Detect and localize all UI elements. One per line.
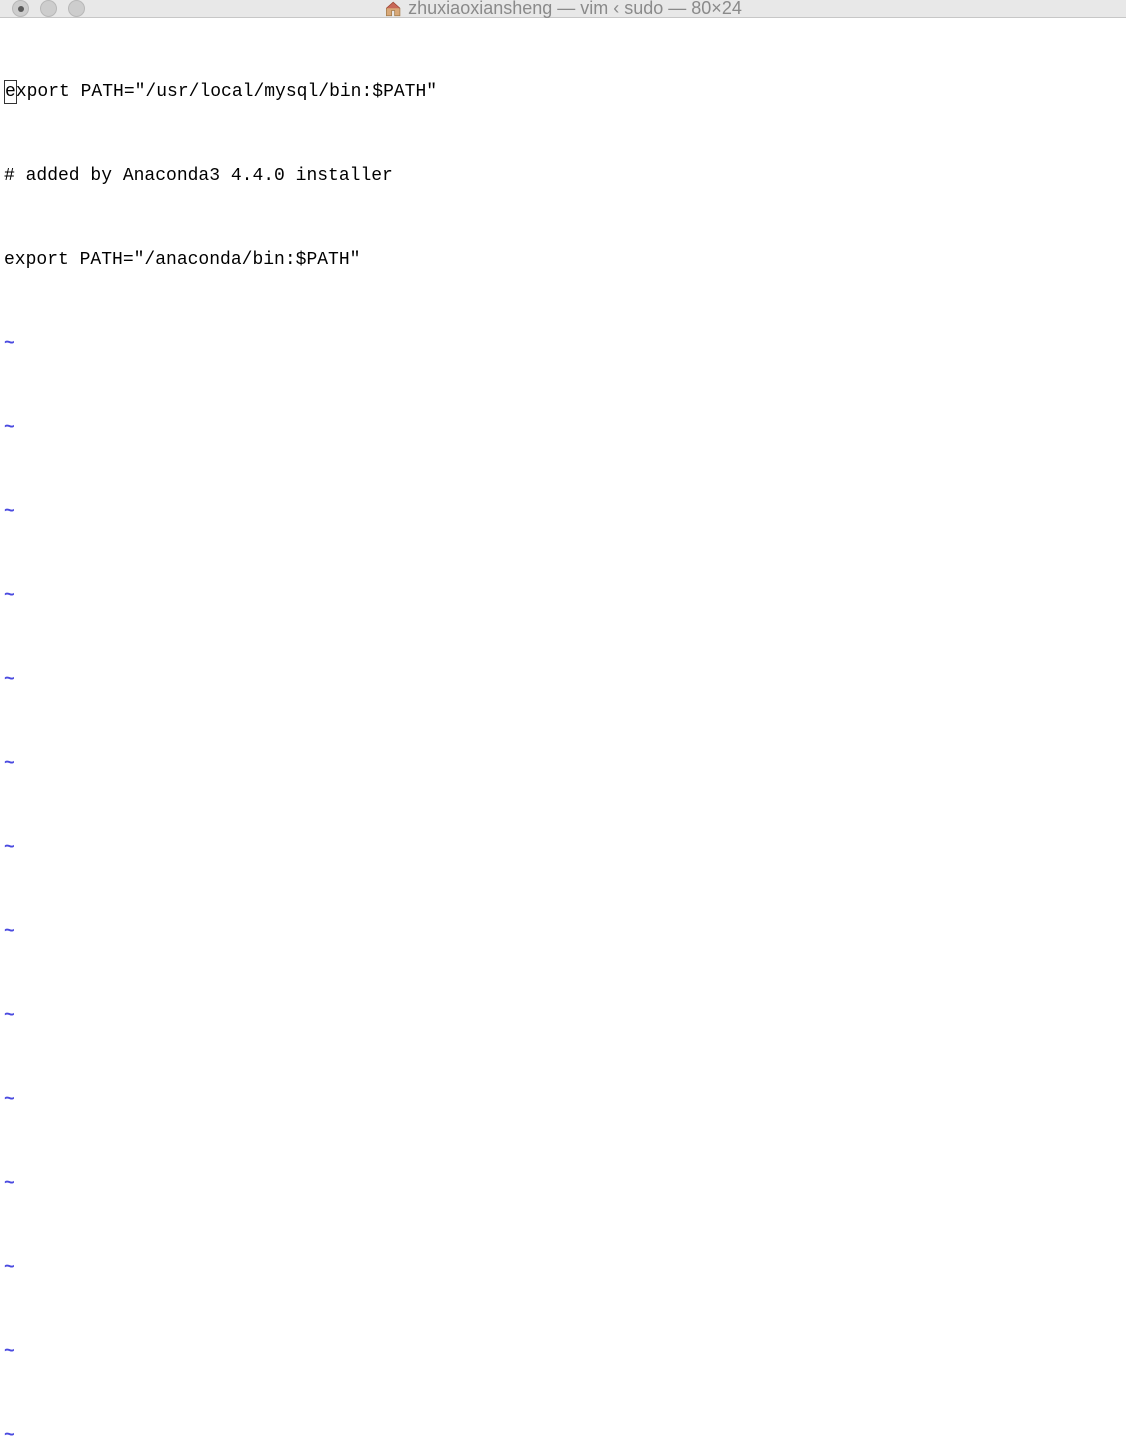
empty-line: ~ — [4, 1254, 1122, 1282]
empty-line: ~ — [4, 1170, 1122, 1198]
window-title-wrap: zhuxiaoxiansheng — vim ‹ sudo — 80×24 — [384, 0, 742, 19]
minimize-button[interactable] — [40, 0, 57, 17]
empty-line: ~ — [4, 918, 1122, 946]
tilde-marker: ~ — [4, 1422, 15, 1450]
window-title: zhuxiaoxiansheng — vim ‹ sudo — 80×24 — [408, 0, 742, 19]
editor-line: export PATH="/anaconda/bin:$PATH" — [4, 246, 1122, 274]
tilde-marker: ~ — [4, 666, 15, 694]
close-button[interactable] — [12, 0, 29, 17]
home-icon — [384, 0, 402, 18]
empty-line: ~ — [4, 834, 1122, 862]
maximize-button[interactable] — [68, 0, 85, 17]
tilde-marker: ~ — [4, 1254, 15, 1282]
line-text: # added by Anaconda3 4.4.0 installer — [4, 162, 393, 190]
empty-line: ~ — [4, 1002, 1122, 1030]
empty-line: ~ — [4, 498, 1122, 526]
editor-line: export PATH="/usr/local/mysql/bin:$PATH" — [4, 78, 1122, 106]
empty-line: ~ — [4, 750, 1122, 778]
tilde-marker: ~ — [4, 1002, 15, 1030]
tilde-marker: ~ — [4, 330, 15, 358]
line-text: xport PATH="/usr/local/mysql/bin:$PATH" — [16, 78, 437, 106]
tilde-marker: ~ — [4, 1086, 15, 1114]
tilde-marker: ~ — [4, 918, 15, 946]
terminal-area[interactable]: export PATH="/usr/local/mysql/bin:$PATH"… — [0, 18, 1126, 1452]
tilde-marker: ~ — [4, 834, 15, 862]
tilde-marker: ~ — [4, 750, 15, 778]
tilde-marker: ~ — [4, 1338, 15, 1366]
empty-line: ~ — [4, 414, 1122, 442]
empty-line: ~ — [4, 1086, 1122, 1114]
traffic-lights — [12, 0, 85, 17]
empty-line: ~ — [4, 1338, 1122, 1366]
tilde-marker: ~ — [4, 1170, 15, 1198]
empty-line: ~ — [4, 582, 1122, 610]
tilde-marker: ~ — [4, 582, 15, 610]
empty-line: ~ — [4, 1422, 1122, 1450]
window-titlebar: zhuxiaoxiansheng — vim ‹ sudo — 80×24 — [0, 0, 1126, 18]
tilde-marker: ~ — [4, 498, 15, 526]
empty-line: ~ — [4, 330, 1122, 358]
line-text: export PATH="/anaconda/bin:$PATH" — [4, 246, 360, 274]
tilde-marker: ~ — [4, 414, 15, 442]
editor-line: # added by Anaconda3 4.4.0 installer — [4, 162, 1122, 190]
empty-line: ~ — [4, 666, 1122, 694]
